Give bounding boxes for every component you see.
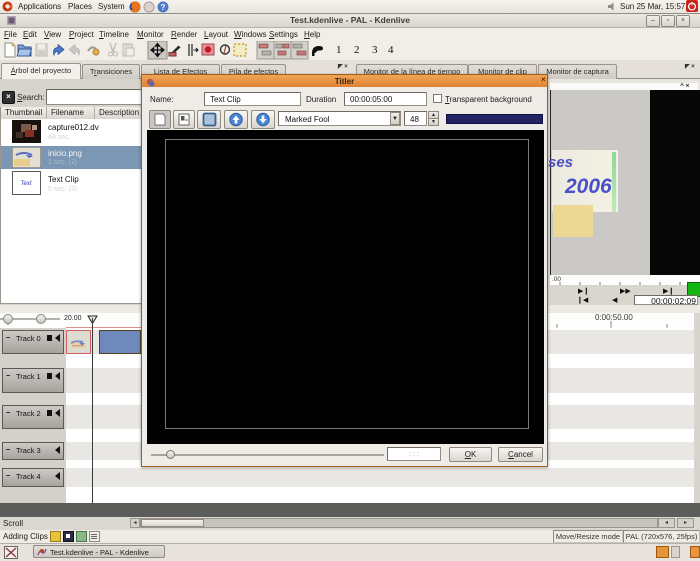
svg-text:?: ? (161, 3, 166, 12)
svg-text:Text: Text (20, 181, 31, 187)
